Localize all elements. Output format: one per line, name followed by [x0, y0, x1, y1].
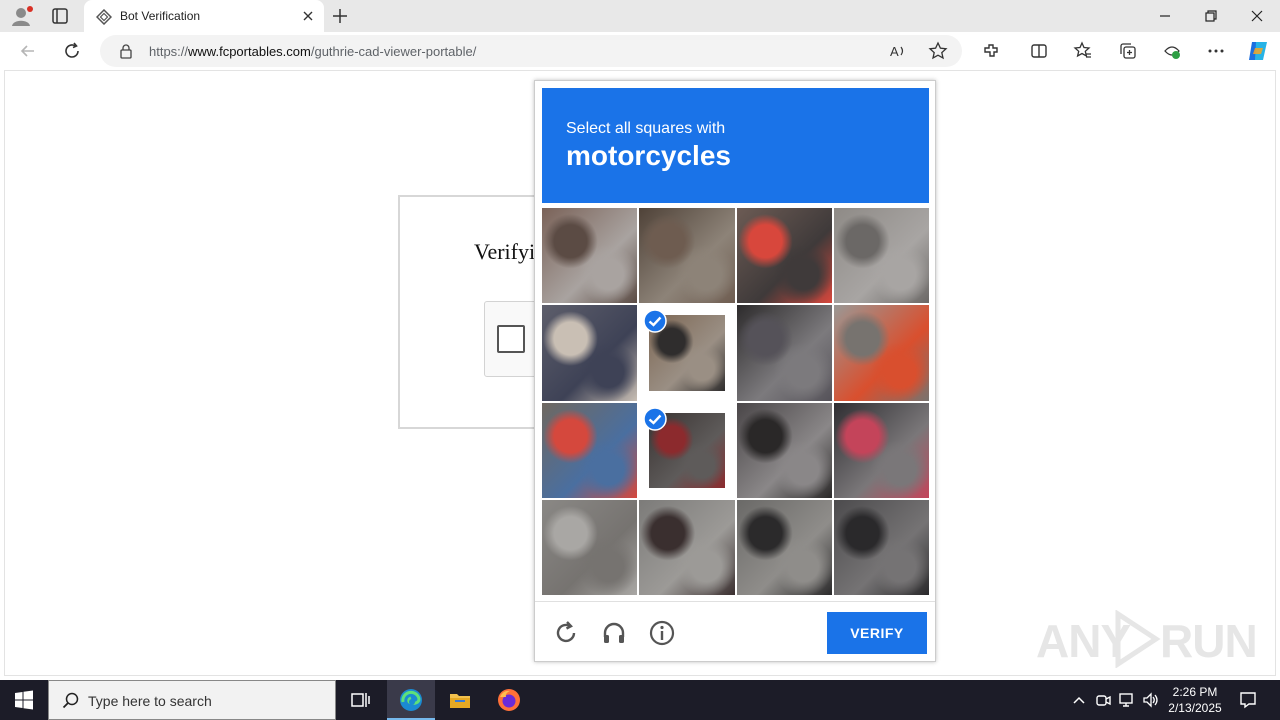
- clock-time: 2:26 PM: [1172, 685, 1218, 699]
- captcha-tile[interactable]: [833, 208, 929, 304]
- captcha-tile-image: [542, 499, 638, 595]
- captcha-tile[interactable]: [542, 305, 638, 401]
- verify-button[interactable]: VERIFY: [827, 612, 927, 654]
- info-icon[interactable]: [648, 619, 676, 647]
- browser-toolbar: https://www.fcportables.com/guthrie-cad-…: [0, 32, 1280, 70]
- captcha-tile[interactable]: [736, 499, 832, 595]
- network-icon[interactable]: [1118, 691, 1136, 709]
- captcha-tile-image: [736, 208, 832, 304]
- task-view-button[interactable]: [336, 680, 384, 720]
- captcha-target-object: motorcycles: [566, 140, 731, 171]
- captcha-tile[interactable]: [542, 402, 638, 498]
- captcha-tile[interactable]: [639, 499, 735, 595]
- edge-taskbar-button[interactable]: [387, 680, 435, 720]
- captcha-tile-image: [833, 208, 929, 304]
- folder-icon: [450, 694, 470, 708]
- url-host: www.fcportables.com: [188, 44, 311, 59]
- copilot-icon[interactable]: [1246, 39, 1270, 63]
- favorites-icon[interactable]: [1073, 41, 1093, 61]
- profile-avatar-icon[interactable]: [10, 5, 34, 27]
- extensions-icon[interactable]: [981, 41, 1001, 61]
- captcha-tile-image: [833, 305, 929, 401]
- captcha-header: Select all squares with motorcycles: [542, 88, 929, 203]
- search-placeholder: Type here to search: [88, 693, 212, 709]
- watermark-text-right: RUN: [1160, 615, 1258, 667]
- collections-icon[interactable]: [1118, 41, 1138, 61]
- more-options-icon[interactable]: [1206, 41, 1226, 61]
- search-icon: [62, 692, 79, 709]
- captcha-tile[interactable]: [833, 402, 929, 498]
- task-view-icon: [351, 693, 370, 707]
- new-tab-icon[interactable]: [330, 6, 350, 26]
- split-screen-icon[interactable]: [1029, 41, 1049, 61]
- captcha-tile[interactable]: [736, 402, 832, 498]
- edge-browser-icon: [400, 689, 422, 711]
- url-text[interactable]: https://www.fcportables.com/guthrie-cad-…: [149, 44, 476, 59]
- captcha-tile-image: [542, 208, 638, 304]
- headphones-icon[interactable]: [600, 619, 628, 647]
- url-scheme: https://: [149, 44, 189, 59]
- captcha-tile-image: [542, 305, 638, 401]
- tab-bar: Bot Verification: [0, 0, 1280, 32]
- firefox-taskbar-button[interactable]: [485, 680, 533, 720]
- captcha-checkbox[interactable]: [497, 325, 525, 353]
- captcha-image-grid: [542, 208, 929, 595]
- captcha-tile[interactable]: [833, 305, 929, 401]
- tab-bot-verification[interactable]: Bot Verification: [84, 0, 324, 32]
- windows-start-icon[interactable]: [14, 690, 34, 710]
- url-path: /guthrie-cad-viewer-portable/: [310, 44, 477, 59]
- captcha-footer: VERIFY: [535, 601, 935, 661]
- captcha-challenge: Select all squares with motorcycles VERI…: [534, 80, 936, 662]
- address-bar[interactable]: https://www.fcportables.com/guthrie-cad-…: [100, 35, 962, 67]
- close-tab-icon[interactable]: [300, 8, 316, 24]
- minimize-icon[interactable]: [1155, 6, 1175, 26]
- refresh-page-icon[interactable]: [62, 41, 82, 61]
- play-logo-icon: [1115, 610, 1161, 668]
- firefox-icon: [498, 689, 520, 711]
- restore-icon[interactable]: [1201, 6, 1221, 26]
- tab-actions-icon[interactable]: [50, 6, 70, 26]
- site-favicon-icon: [96, 9, 112, 25]
- notifications-icon[interactable]: [1238, 690, 1258, 710]
- read-aloud-icon[interactable]: A: [888, 41, 908, 61]
- captcha-tile-image: [639, 499, 735, 595]
- tile-selected-check-icon: [643, 406, 667, 431]
- captcha-tile-image: [833, 499, 929, 595]
- close-window-icon[interactable]: [1247, 6, 1267, 26]
- captcha-tile[interactable]: [736, 305, 832, 401]
- file-explorer-button[interactable]: [436, 680, 484, 720]
- captcha-tile-image: [833, 402, 929, 498]
- tab-title: Bot Verification: [120, 9, 201, 23]
- browser-essentials-icon[interactable]: [1162, 41, 1182, 61]
- clock-date: 2/13/2025: [1168, 701, 1222, 715]
- favorite-star-icon[interactable]: [928, 41, 948, 61]
- captcha-tile-image: [542, 402, 638, 498]
- captcha-tile[interactable]: [542, 208, 638, 304]
- captcha-tile[interactable]: [542, 499, 638, 595]
- taskbar: Type here to search 2:26 PM 2/13/2025: [0, 680, 1280, 720]
- captcha-tile[interactable]: [736, 208, 832, 304]
- back-arrow-icon[interactable]: [18, 41, 38, 61]
- captcha-tile[interactable]: [639, 208, 735, 304]
- captcha-tile[interactable]: [639, 305, 734, 400]
- meet-now-icon[interactable]: [1094, 691, 1112, 709]
- captcha-tile[interactable]: [639, 403, 734, 498]
- lock-icon[interactable]: [118, 43, 134, 59]
- anyrun-watermark: ANY RUN: [1036, 608, 1258, 670]
- system-clock[interactable]: 2:26 PM 2/13/2025: [1162, 684, 1228, 716]
- captcha-prompt: Select all squares with: [566, 120, 726, 137]
- verification-heading: Verifyi: [474, 239, 536, 264]
- captcha-tile[interactable]: [833, 499, 929, 595]
- captcha-tile-image: [736, 402, 832, 498]
- svg-text:A: A: [890, 44, 899, 59]
- captcha-tile-image: [736, 305, 832, 401]
- refresh-icon[interactable]: [552, 619, 580, 647]
- captcha-tile-image: [736, 499, 832, 595]
- show-hidden-icons-icon[interactable]: [1070, 691, 1088, 709]
- volume-icon[interactable]: [1142, 691, 1160, 709]
- captcha-tile-image: [639, 208, 735, 304]
- tile-selected-check-icon: [643, 309, 667, 333]
- taskbar-search[interactable]: Type here to search: [48, 680, 336, 720]
